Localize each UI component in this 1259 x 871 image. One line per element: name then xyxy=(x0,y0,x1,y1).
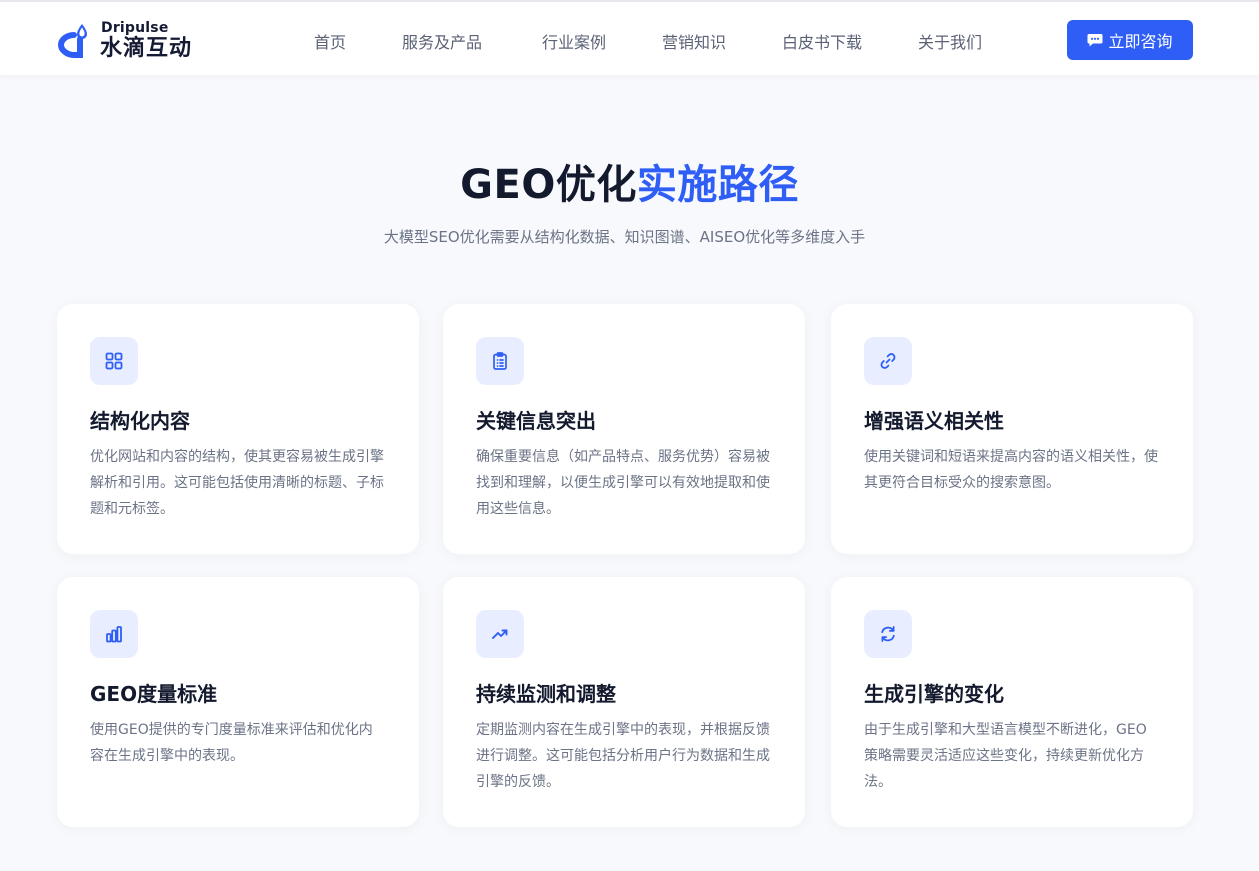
logo[interactable]: Dripulse 水滴互动 xyxy=(56,15,226,65)
chat-bubble-icon xyxy=(1087,34,1103,47)
section-title: GEO优化实施路径 xyxy=(0,152,1259,210)
logo-english-text: Dripulse xyxy=(101,19,169,36)
grid-icon xyxy=(90,337,138,385)
clipboard-list-icon xyxy=(476,337,524,385)
card-description: 优化网站和内容的结构，使其更容易被生成引擎解析和引用。这可能包括使用清晰的标题、… xyxy=(90,449,384,517)
card-title: 关键信息突出 xyxy=(476,409,596,433)
feature-card-monitoring: 持续监测和调整 定期监测内容在生成引擎中的表现，并根据反馈进行调整。这可能包括分… xyxy=(443,577,805,827)
card-description: 使用关键词和短语来提高内容的语义相关性，使其更符合目标受众的搜索意图。 xyxy=(864,449,1158,491)
feature-card-geo-metrics: GEO度量标准 使用GEO提供的专门度量标准来评估和优化内容在生成引擎中的表现。 xyxy=(57,577,419,827)
link-icon xyxy=(864,337,912,385)
nav-item-knowledge[interactable]: 营销知识 xyxy=(662,29,726,53)
section-title-main: GEO优化 xyxy=(460,162,637,208)
card-title: GEO度量标准 xyxy=(90,682,218,706)
nav-item-home[interactable]: 首页 xyxy=(314,29,346,53)
feature-card-semantic-relevance: 增强语义相关性 使用关键词和短语来提高内容的语义相关性，使其更符合目标受众的搜索… xyxy=(831,304,1193,554)
consult-now-label: 立即咨询 xyxy=(1108,32,1173,51)
card-description: 由于生成引擎和大型语言模型不断进化，GEO策略需要灵活适应这些变化，持续更新优化… xyxy=(864,722,1147,790)
site-header: Dripulse 水滴互动 首页 服务及产品 行业案例 营销知识 白皮书下载 关… xyxy=(0,0,1259,75)
water-drop-logo-icon xyxy=(57,24,87,58)
section-subtitle: 大模型SEO优化需要从结构化数据、知识图谱、AISEO优化等多维度入手 xyxy=(383,228,866,246)
consult-now-button[interactable]: 立即咨询 xyxy=(1067,20,1193,60)
bar-chart-icon xyxy=(90,610,138,658)
card-title: 增强语义相关性 xyxy=(864,409,1004,433)
card-description: 使用GEO提供的专门度量标准来评估和优化内容在生成引擎中的表现。 xyxy=(90,722,373,764)
feature-card-engine-changes: 生成引擎的变化 由于生成引擎和大型语言模型不断进化，GEO策略需要灵活适应这些变… xyxy=(831,577,1193,827)
nav-item-whitepaper[interactable]: 白皮书下载 xyxy=(782,29,862,53)
nav-item-cases[interactable]: 行业案例 xyxy=(542,29,606,53)
card-description: 确保重要信息（如产品特点、服务优势）容易被找到和理解，以便生成引擎可以有效地提取… xyxy=(476,449,770,517)
card-title: 生成引擎的变化 xyxy=(864,682,1004,706)
card-title: 结构化内容 xyxy=(90,409,190,433)
feature-card-key-info: 关键信息突出 确保重要信息（如产品特点、服务优势）容易被找到和理解，以便生成引擎… xyxy=(443,304,805,554)
card-title: 持续监测和调整 xyxy=(476,682,616,706)
nav-item-about[interactable]: 关于我们 xyxy=(918,29,982,53)
refresh-icon xyxy=(864,610,912,658)
section-title-accent: 实施路径 xyxy=(636,162,799,208)
nav-item-services[interactable]: 服务及产品 xyxy=(402,29,482,53)
trending-up-icon xyxy=(476,610,524,658)
card-description: 定期监测内容在生成引擎中的表现，并根据反馈进行调整。这可能包括分析用户行为数据和… xyxy=(476,722,770,790)
logo-chinese-text: 水滴互动 xyxy=(100,35,193,61)
feature-card-structured-content: 结构化内容 优化网站和内容的结构，使其更容易被生成引擎解析和引用。这可能包括使用… xyxy=(57,304,419,554)
